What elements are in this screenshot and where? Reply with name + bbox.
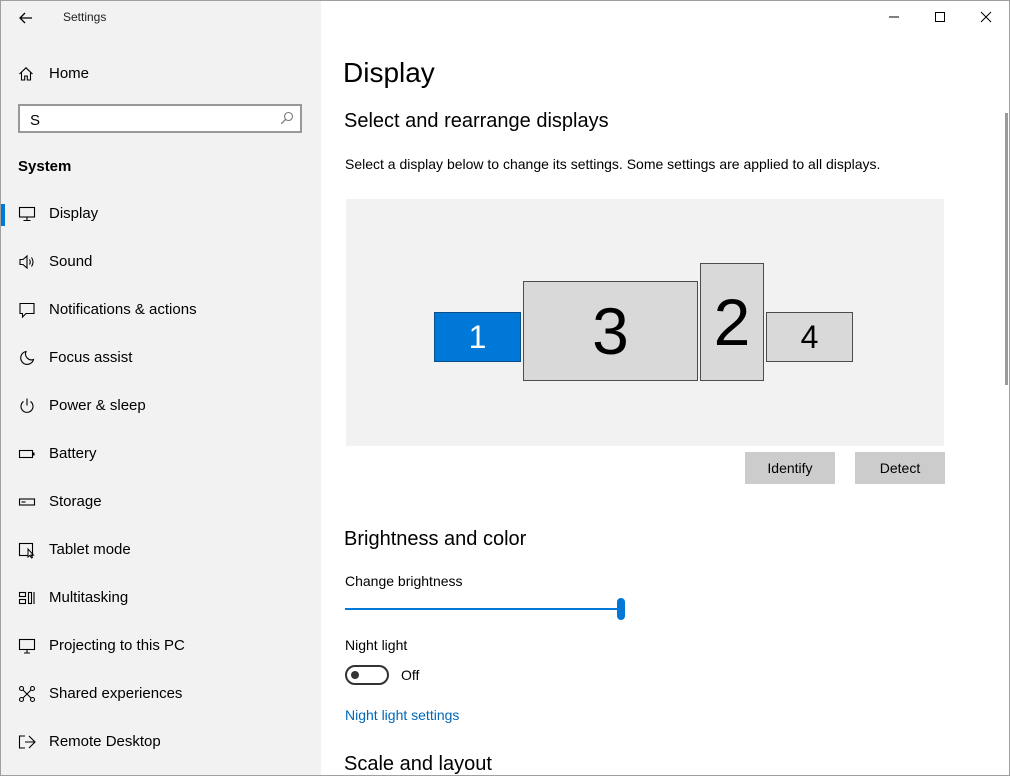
sidebar-item-shared-experiences[interactable]: Shared experiences — [1, 674, 321, 714]
sidebar-item-label: Storage — [49, 493, 102, 510]
sidebar-item-label: Display — [49, 205, 99, 222]
sidebar-item-projecting[interactable]: Projecting to this PC — [1, 626, 321, 666]
night-light-settings-link[interactable]: Night light settings — [345, 707, 459, 723]
sidebar-item-storage[interactable]: Storage — [1, 482, 321, 522]
page-title: Display — [343, 57, 435, 88]
scale-heading: Scale and layout — [344, 753, 492, 775]
monitor-3[interactable]: 3 — [523, 281, 698, 381]
monitor-4[interactable]: 4 — [766, 312, 853, 362]
monitor-2[interactable]: 2 — [700, 263, 764, 381]
battery-icon — [18, 449, 35, 459]
sidebar: Settings Home S System Display Sound Not… — [1, 1, 321, 775]
sidebar-item-label: Tablet mode — [49, 541, 131, 558]
arrange-heading: Select and rearrange displays — [344, 110, 609, 132]
night-light-label: Night light — [345, 637, 408, 653]
detect-button[interactable]: Detect — [855, 452, 945, 484]
sidebar-item-label: Focus assist — [49, 349, 133, 366]
settings-window: Settings Home S System Display Sound Not… — [0, 0, 1010, 776]
remote-desktop-icon — [18, 735, 36, 749]
brightness-label: Change brightness — [345, 573, 463, 589]
multitasking-icon — [18, 591, 35, 605]
sidebar-item-display[interactable]: Display — [1, 194, 321, 234]
sidebar-item-focus-assist[interactable]: Focus assist — [1, 338, 321, 378]
toggle-knob — [351, 671, 359, 679]
home-icon — [19, 67, 33, 81]
night-light-toggle[interactable] — [345, 665, 389, 685]
monitor-1[interactable]: 1 — [434, 312, 521, 362]
maximize-icon — [935, 12, 945, 22]
back-button[interactable] — [15, 7, 37, 29]
tablet-icon — [18, 542, 35, 559]
sidebar-item-sound[interactable]: Sound — [1, 242, 321, 282]
brightness-slider-track[interactable] — [345, 608, 621, 610]
monitor-icon — [18, 206, 36, 222]
sidebar-item-label: Multitasking — [49, 589, 129, 606]
sidebar-item-tablet-mode[interactable]: Tablet mode — [1, 530, 321, 570]
sidebar-item-label: Sound — [49, 253, 93, 270]
shared-icon — [18, 685, 36, 703]
close-button[interactable] — [963, 1, 1009, 33]
sidebar-item-multitasking[interactable]: Multitasking — [1, 578, 321, 618]
app-title: Settings — [63, 10, 107, 24]
projector-icon — [18, 638, 36, 654]
storage-icon — [18, 498, 36, 506]
power-icon — [20, 398, 34, 413]
search-icon — [280, 111, 294, 125]
maximize-button[interactable] — [917, 1, 963, 33]
sidebar-item-label: Notifications & actions — [49, 301, 197, 318]
sidebar-item-label: Remote Desktop — [49, 733, 161, 750]
notification-icon — [19, 302, 35, 319]
sidebar-item-label: Power & sleep — [49, 397, 146, 414]
sidebar-item-remote-desktop[interactable]: Remote Desktop — [1, 722, 321, 762]
brightness-heading: Brightness and color — [344, 528, 527, 550]
arrange-description: Select a display below to change its set… — [345, 156, 881, 172]
minimize-button[interactable] — [871, 1, 917, 33]
home-nav-item[interactable]: Home — [1, 59, 321, 89]
moon-icon — [20, 350, 35, 365]
sidebar-item-power-sleep[interactable]: Power & sleep — [1, 386, 321, 426]
sidebar-item-label: Shared experiences — [49, 685, 183, 702]
main-content: Display Select and rearrange displays Se… — [321, 1, 1009, 775]
brightness-slider-thumb[interactable] — [617, 598, 625, 620]
display-arrangement-panel: 1 3 2 4 — [346, 199, 944, 446]
sidebar-item-battery[interactable]: Battery — [1, 434, 321, 474]
speaker-icon — [19, 254, 34, 270]
sidebar-item-label: Projecting to this PC — [49, 637, 185, 654]
night-light-state: Off — [401, 667, 420, 683]
identify-button[interactable]: Identify — [745, 452, 835, 484]
search-input[interactable]: S — [18, 104, 302, 133]
back-arrow-icon — [19, 12, 32, 24]
scrollbar[interactable] — [1005, 113, 1008, 385]
section-header-system: System — [18, 158, 72, 175]
minimize-icon — [889, 16, 899, 18]
sidebar-item-notifications[interactable]: Notifications & actions — [1, 290, 321, 330]
close-icon — [980, 11, 992, 23]
search-value: S — [30, 112, 41, 129]
active-indicator — [1, 204, 5, 226]
home-label: Home — [49, 65, 90, 82]
sidebar-item-label: Battery — [49, 445, 97, 462]
